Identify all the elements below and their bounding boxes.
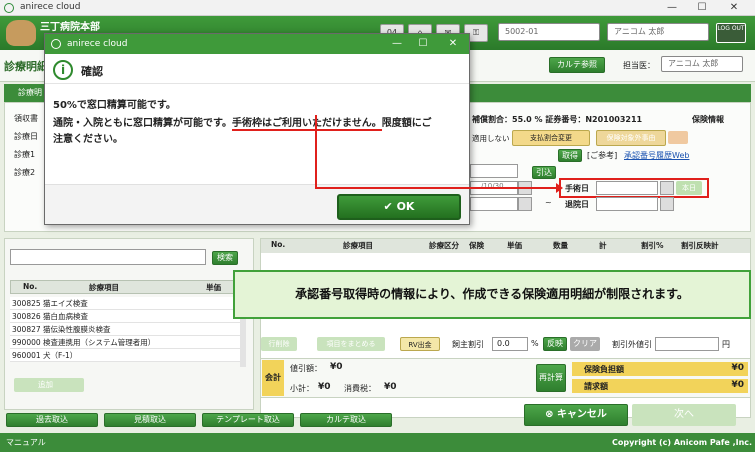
arrow-head-icon xyxy=(556,183,563,193)
annotation-arrow xyxy=(315,115,563,193)
explanation-banner: 承認番号取得時の情報により、作成できる保険適用明細が制限されます。 xyxy=(233,270,751,319)
connector-line xyxy=(315,115,556,189)
